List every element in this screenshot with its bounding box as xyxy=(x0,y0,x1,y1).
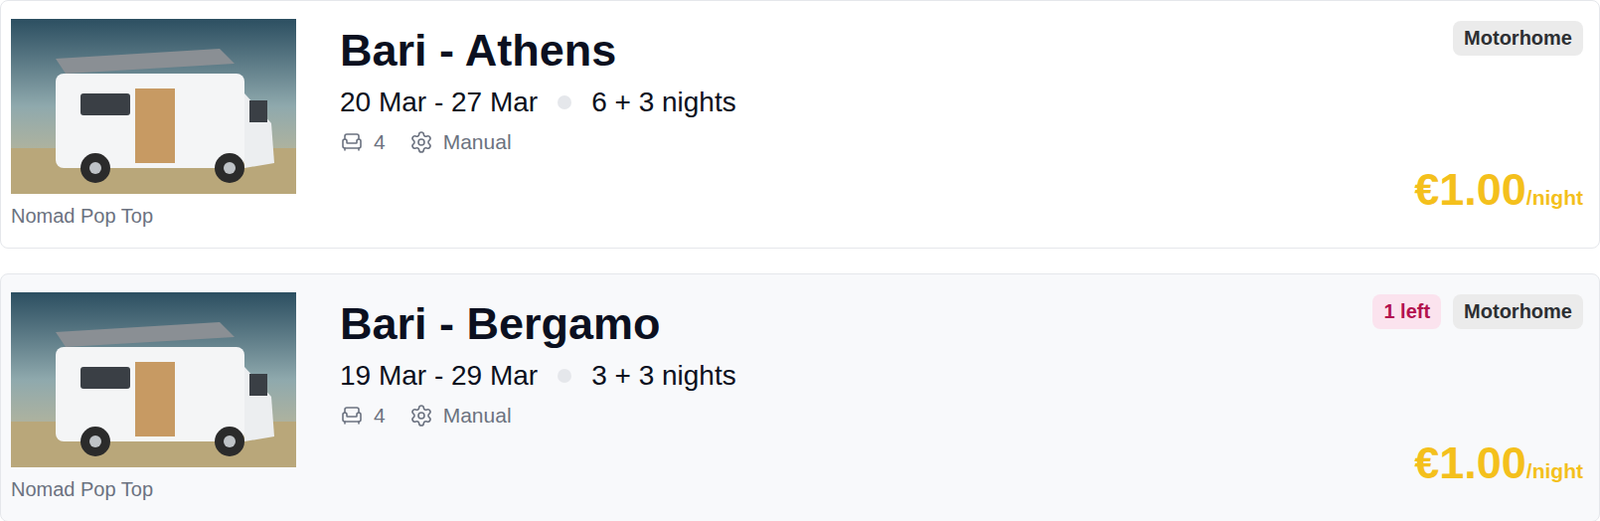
price: €1.00/night xyxy=(1414,161,1584,218)
model-name: Nomad Pop Top xyxy=(10,203,297,229)
nights: 3 + 3 nights xyxy=(591,357,737,393)
separator-dot xyxy=(557,368,572,383)
stock-badge: 1 left xyxy=(1372,294,1441,329)
route-title: Bari - Bergamo xyxy=(339,296,737,352)
separator-dot xyxy=(557,95,572,110)
listing-page: Nomad Pop Top Bari - Athens 20 Mar - 27 Ma… xyxy=(0,0,1600,521)
dates: 19 Mar - 29 Mar xyxy=(339,357,538,393)
gear-icon xyxy=(409,130,434,155)
van-icon xyxy=(10,292,297,468)
dates: 20 Mar - 27 Mar xyxy=(339,84,538,120)
route-title: Bari - Athens xyxy=(339,22,737,79)
nights: 6 + 3 nights xyxy=(591,84,737,120)
listing-card[interactable]: Nomad Pop Top Bari - Athens 20 Mar - 27 Ma… xyxy=(0,0,1600,249)
van-icon xyxy=(10,18,297,194)
vehicle-photo xyxy=(10,292,297,468)
seat-icon xyxy=(339,403,364,428)
listing-card[interactable]: Nomad Pop Top Bari - Bergamo 19 Mar - 29 M… xyxy=(0,273,1600,521)
price: €1.00/night xyxy=(1414,435,1584,491)
seat-icon xyxy=(339,130,364,155)
model-name: Nomad Pop Top xyxy=(10,477,297,502)
type-badge: Motorhome xyxy=(1452,20,1584,56)
seats: 4 xyxy=(373,129,386,156)
transmission: Manual xyxy=(443,129,512,156)
seats: 4 xyxy=(373,402,386,429)
gear-icon xyxy=(409,403,434,428)
transmission: Manual xyxy=(443,402,512,429)
vehicle-photo xyxy=(10,18,297,194)
type-badge: Motorhome xyxy=(1452,294,1584,329)
